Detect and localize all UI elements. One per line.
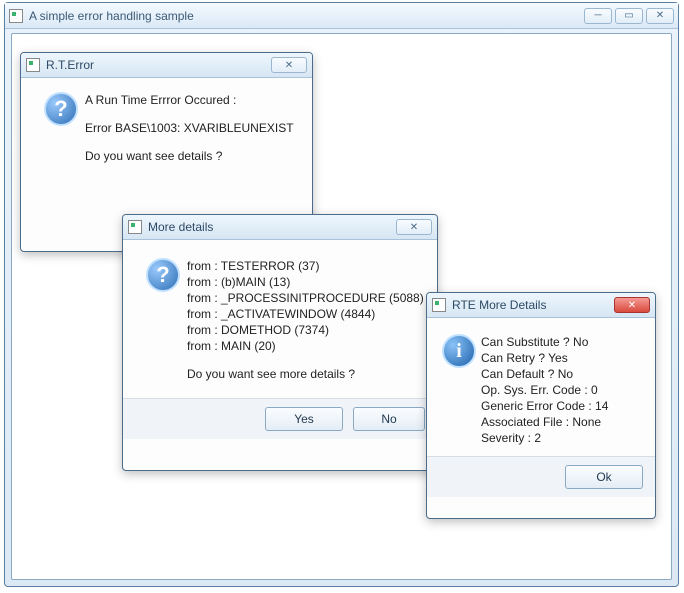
app-window: A simple error handling sample ─ ▭ ✕ R.T… [4,2,679,587]
caption-buttons: ─ ▭ ✕ [584,8,674,24]
app-title: A simple error handling sample [29,9,584,23]
rte-l6: Associated File : None [481,414,641,430]
md-l1: from : TESTERROR (37) [187,258,424,274]
dialog-more-details-titlebar[interactable]: More details ✕ [123,215,437,240]
yes-button[interactable]: Yes [265,407,343,431]
app-client-area: R.T.Error ✕ ? A Run Time Errror Occured … [11,33,672,580]
rte-l7: Severity : 2 [481,430,641,446]
ok-button[interactable]: Ok [565,465,643,489]
rte-l3: Can Default ? No [481,366,641,382]
dialog-more-details-buttons: Yes No [123,398,437,439]
close-button[interactable]: ✕ [646,8,674,24]
dialog-more-details-title: More details [148,220,396,234]
rt-error-line2: Error BASE\1003: XVARIBLEUNEXIST [85,120,296,136]
dialog-rte-more: RTE More Details ✕ i Can Substitute ? No… [426,292,656,519]
dialog-rte-more-content: i Can Substitute ? No Can Retry ? Yes Ca… [427,318,655,456]
app-titlebar: A simple error handling sample ─ ▭ ✕ [5,3,678,29]
dialog-rt-error-content: ? A Run Time Errror Occured : Error BASE… [21,78,312,172]
question-icon: ? [146,258,180,292]
rt-error-line3: Do you want see details ? [85,148,296,164]
no-button[interactable]: No [353,407,425,431]
rte-l2: Can Retry ? Yes [481,350,641,366]
question-icon: ? [44,92,78,126]
dialog-more-details-icon [128,220,142,234]
dialog-rte-more-buttons: Ok [427,456,655,497]
dialog-more-details-close-button[interactable]: ✕ [396,219,432,235]
dialog-rt-error-close-button[interactable]: ✕ [271,57,307,73]
rte-l1: Can Substitute ? No [481,334,641,350]
rt-error-line1: A Run Time Errror Occured : [85,92,296,108]
dialog-rte-more-close-button[interactable]: ✕ [614,297,650,313]
md-l3: from : _PROCESSINITPROCEDURE (5088) [187,290,424,306]
dialog-rt-error-icon [26,58,40,72]
dialog-more-details: More details ✕ ? from : TESTERROR (37) f… [122,214,438,471]
rte-l4: Op. Sys. Err. Code : 0 [481,382,641,398]
md-l5: from : DOMETHOD (7374) [187,322,424,338]
md-prompt: Do you want see more details ? [187,366,424,382]
md-l2: from : (b)MAIN (13) [187,274,424,290]
md-l6: from : MAIN (20) [187,338,424,354]
dialog-rt-error-title: R.T.Error [46,58,271,72]
info-icon: i [442,334,476,368]
minimize-button[interactable]: ─ [584,8,612,24]
md-l4: from : _ACTIVATEWINDOW (4844) [187,306,424,322]
dialog-rte-more-title: RTE More Details [452,298,614,312]
dialog-rt-error-titlebar[interactable]: R.T.Error ✕ [21,53,312,78]
app-icon [9,9,23,23]
rte-l5: Generic Error Code : 14 [481,398,641,414]
dialog-more-details-content: ? from : TESTERROR (37) from : (b)MAIN (… [123,240,437,398]
dialog-rte-more-icon [432,298,446,312]
maximize-button[interactable]: ▭ [615,8,643,24]
dialog-rte-more-titlebar[interactable]: RTE More Details ✕ [427,293,655,318]
